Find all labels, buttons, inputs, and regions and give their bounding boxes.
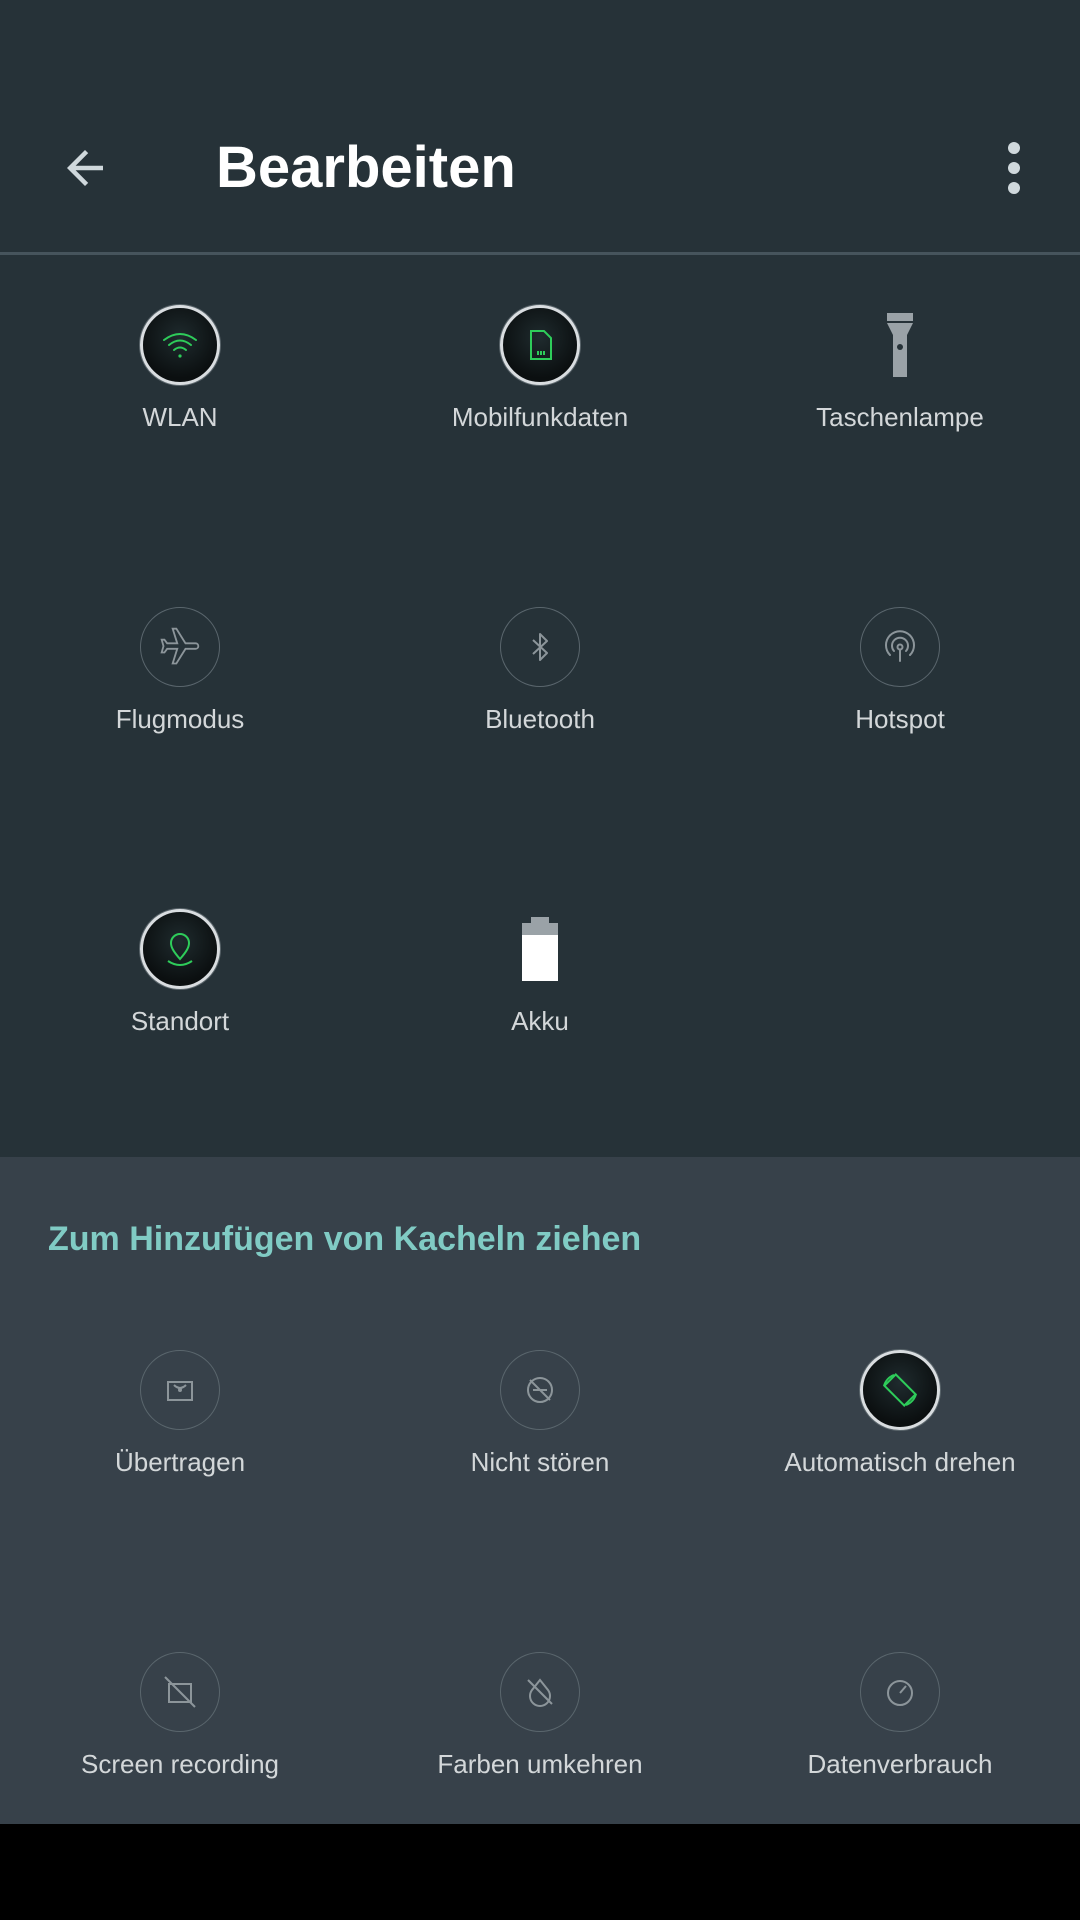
invert-colors-off-icon xyxy=(500,1652,580,1732)
tile-label: Hotspot xyxy=(855,704,945,734)
tile-label: Farben umkehren xyxy=(437,1749,643,1779)
tile-location[interactable]: Standort xyxy=(0,859,360,1109)
sim-card-icon xyxy=(500,305,580,385)
tile-label: Standort xyxy=(130,1006,230,1036)
wifi-icon xyxy=(140,305,220,385)
more-options-button[interactable] xyxy=(984,128,1044,208)
tile-hotspot[interactable]: Hotspot xyxy=(720,557,1080,807)
tile-do-not-disturb[interactable]: Nicht stören xyxy=(360,1300,720,1550)
tile-label: Flugmodus xyxy=(115,704,245,734)
tile-label: Automatisch drehen xyxy=(784,1447,1016,1477)
tile-cast[interactable]: Übertragen xyxy=(0,1300,360,1550)
tile-label: Bluetooth xyxy=(485,704,595,734)
more-vert-icon xyxy=(1008,142,1020,194)
do-not-disturb-icon xyxy=(500,1350,580,1430)
section-title: Zum Hinzufügen von Kacheln ziehen xyxy=(48,1220,642,1258)
tile-flashlight[interactable]: Taschenlampe xyxy=(720,255,1080,505)
tile-label: WLAN xyxy=(142,402,218,432)
tile-screen-recording[interactable]: Screen recording xyxy=(0,1602,360,1824)
arrow-back-icon xyxy=(67,150,103,186)
tile-battery[interactable]: Akku xyxy=(360,859,720,1109)
battery-icon xyxy=(500,909,580,989)
data-usage-icon xyxy=(860,1652,940,1732)
tile-label: Akku xyxy=(511,1006,569,1036)
bluetooth-icon xyxy=(500,607,580,687)
hotspot-icon xyxy=(860,607,940,687)
tile-label: Datenverbrauch xyxy=(807,1749,993,1779)
tile-label: Taschenlampe xyxy=(816,402,984,432)
page-title: Bearbeiten xyxy=(216,135,516,200)
system-navigation-bar xyxy=(0,1824,1080,1920)
flashlight-icon xyxy=(860,305,940,385)
tile-invert-colors[interactable]: Farben umkehren xyxy=(360,1602,720,1824)
back-button[interactable] xyxy=(40,128,130,208)
active-tiles-grid: WLAN Mobilfunkdaten Taschenlampe Flugmod… xyxy=(0,255,1080,1157)
auto-rotate-icon xyxy=(860,1350,940,1430)
tile-label: Mobilfunkdaten xyxy=(451,402,629,432)
cast-icon xyxy=(140,1350,220,1430)
tile-auto-rotate[interactable]: Automatisch drehen xyxy=(720,1300,1080,1550)
screen-recording-off-icon xyxy=(140,1652,220,1732)
tile-mobile-data[interactable]: Mobilfunkdaten xyxy=(360,255,720,505)
airplane-icon xyxy=(140,607,220,687)
tile-airplane-mode[interactable]: Flugmodus xyxy=(0,557,360,807)
app-bar: Bearbeiten xyxy=(0,0,1080,252)
tile-label: Screen recording xyxy=(81,1749,279,1779)
available-tiles-section: Zum Hinzufügen von Kacheln ziehen Übertr… xyxy=(0,1157,1080,1824)
location-icon xyxy=(140,909,220,989)
tile-bluetooth[interactable]: Bluetooth xyxy=(360,557,720,807)
tile-label: Nicht stören xyxy=(470,1447,610,1477)
tile-label: Übertragen xyxy=(114,1447,246,1477)
tile-data-usage[interactable]: Datenverbrauch xyxy=(720,1602,1080,1824)
tile-wlan[interactable]: WLAN xyxy=(0,255,360,505)
